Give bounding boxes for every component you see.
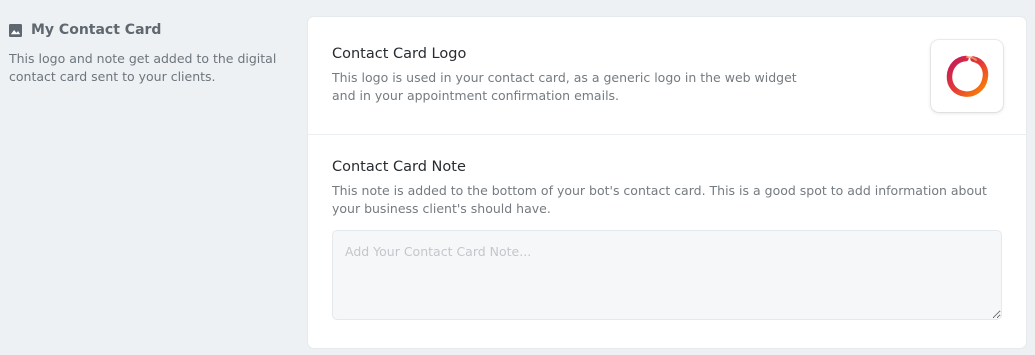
- note-description: This note is added to the bottom of your…: [332, 183, 987, 216]
- logo-title: Contact Card Logo: [332, 46, 467, 62]
- section-title: My Contact Card: [31, 22, 162, 38]
- contact-card-note-row: Contact Card Note This note is added to …: [308, 135, 1026, 320]
- section-header: My Contact Card: [9, 20, 289, 40]
- contact-card-logo-row: Contact Card Logo This logo is used in y…: [308, 17, 1026, 135]
- enso-circle-logo-icon: [946, 55, 989, 97]
- contact-card-panel: Contact Card Logo This logo is used in y…: [308, 17, 1026, 348]
- section-info: My Contact Card This logo and note get a…: [9, 20, 289, 86]
- note-title: Contact Card Note: [332, 159, 466, 175]
- contact-card-settings-page: My Contact Card This logo and note get a…: [0, 0, 1035, 355]
- image-icon: [9, 23, 22, 37]
- contact-card-note-textarea[interactable]: [332, 230, 1002, 320]
- logo-upload-button[interactable]: [931, 40, 1003, 112]
- logo-description: This logo is used in your contact card, …: [332, 70, 797, 103]
- section-description: This logo and note get added to the digi…: [9, 51, 277, 84]
